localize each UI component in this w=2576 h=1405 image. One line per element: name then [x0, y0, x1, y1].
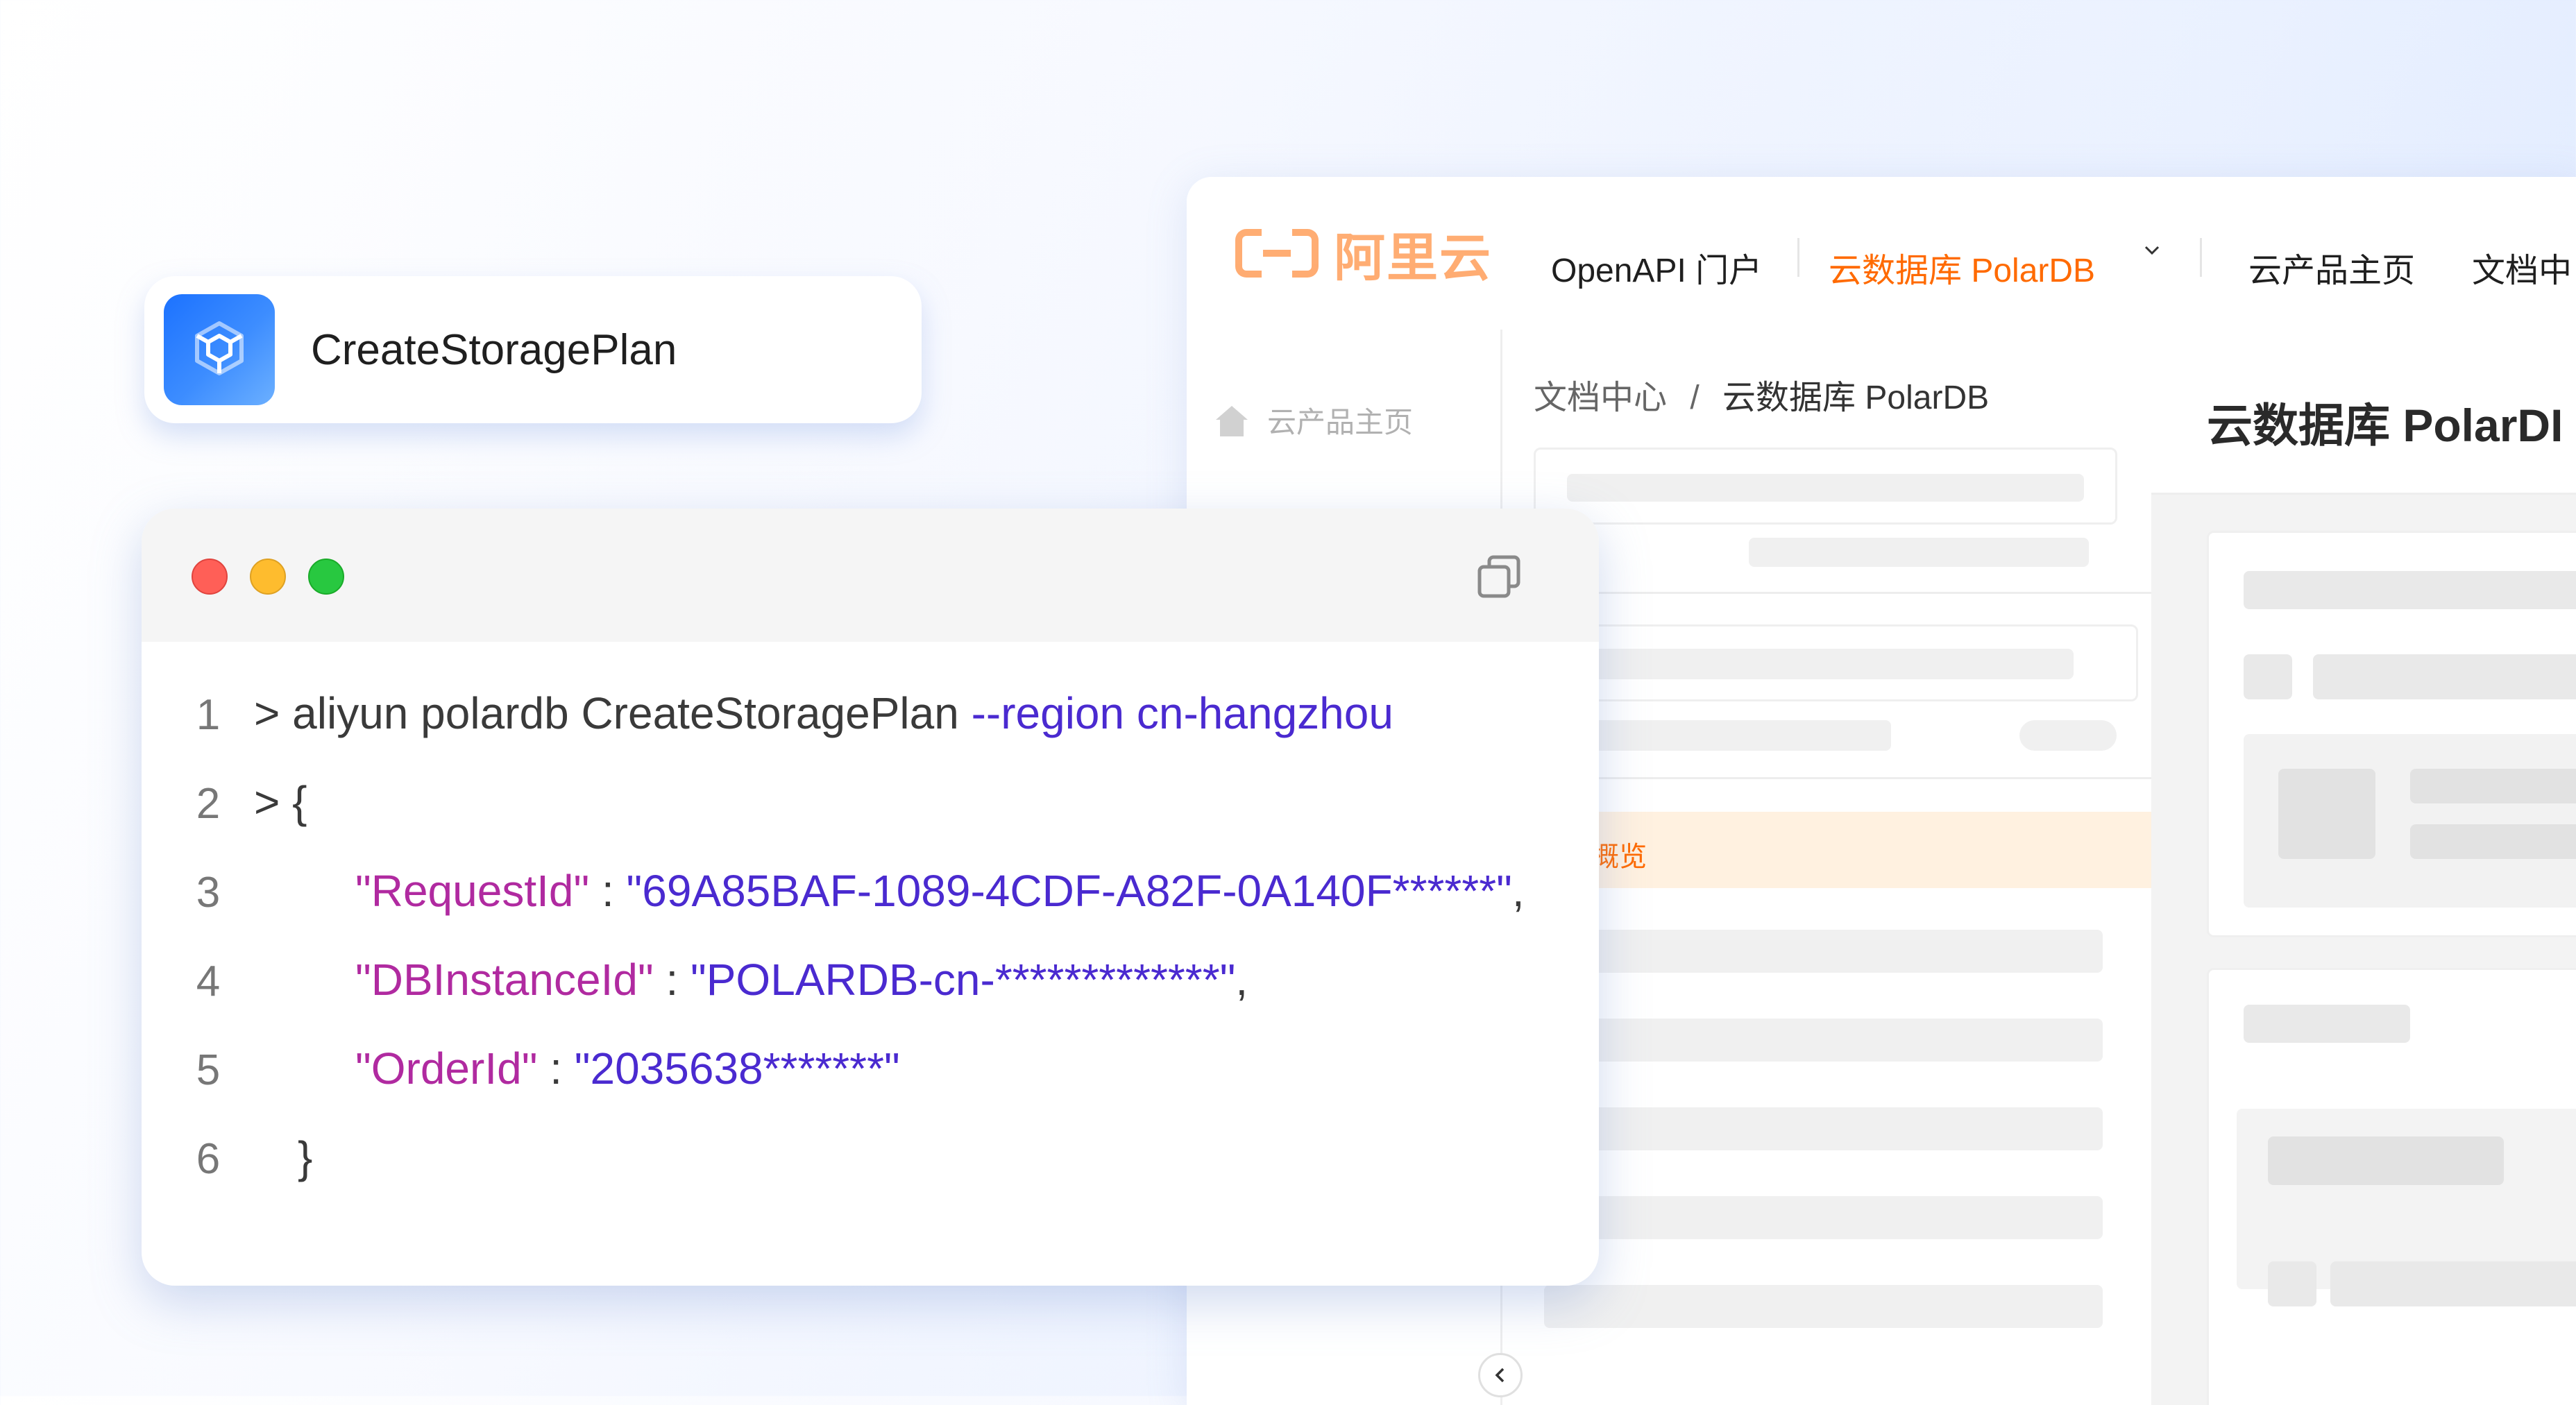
polardb-hex-icon [195, 321, 244, 375]
json-close-brace: } [298, 1132, 313, 1182]
window-maximize-dot[interactable] [308, 559, 344, 595]
line-number: 1 [196, 691, 221, 739]
nav-product-home[interactable]: 云产品主页 [2248, 243, 2415, 291]
json-value: "POLARDB-cn-*************" [690, 955, 1236, 1005]
breadcrumb-separator: / [1690, 380, 1700, 416]
code-line-2[interactable]: > { [254, 776, 307, 828]
chevron-down-icon[interactable] [2143, 241, 2161, 259]
divider [1502, 777, 2151, 779]
copy-icon[interactable] [1474, 552, 1524, 602]
skeleton-line [1749, 538, 2089, 567]
nav-divider [1797, 238, 1799, 277]
skeleton-toc-item [1544, 1019, 2103, 1062]
cli-command: aliyun polardb CreateStoragePlan [292, 688, 959, 738]
line-number: 3 [196, 869, 221, 917]
content-header: 云数据库 PolarDI [2151, 330, 2576, 495]
chevron-left-icon [1495, 1368, 1505, 1383]
json-comma: , [1235, 955, 1248, 1005]
window-minimize-dot[interactable] [250, 559, 286, 595]
code-line-5[interactable]: "OrderId" : "2035638*******" [355, 1043, 900, 1094]
line-number: 5 [196, 1046, 221, 1094]
skeleton-toc-item [1544, 930, 2103, 973]
nav-product-polardb[interactable]: 云数据库 PolarDB [1829, 243, 2095, 291]
api-name: CreateStoragePlan [311, 325, 677, 374]
home-icon [1216, 405, 1248, 436]
code-line-6[interactable]: } [298, 1132, 312, 1183]
line-number: 2 [196, 780, 221, 828]
breadcrumb-current: 云数据库 PolarDB [1722, 380, 1990, 416]
window-close-dot[interactable] [192, 559, 228, 595]
json-key: "RequestId" [355, 866, 590, 916]
json-separator: : [537, 1044, 575, 1093]
code-line-4[interactable]: "DBInstanceId" : "POLARDB-cn-***********… [355, 954, 1248, 1005]
json-key: "DBInstanceId" [355, 955, 654, 1005]
cli-terminal-card: 1 > aliyun polardb CreateStoragePlan --r… [142, 509, 1599, 1286]
json-value: "69A85BAF-1089-4CDF-A82F-0A140F******" [626, 866, 1512, 916]
api-name-chip: CreateStoragePlan [144, 276, 922, 423]
terminal-title-bar [142, 509, 1599, 642]
skeleton-toc-item [1544, 1196, 2103, 1239]
sidebar-home-label: 云产品主页 [1267, 406, 1414, 438]
sidebar-collapse-button[interactable] [1478, 1353, 1523, 1397]
breadcrumb-root[interactable]: 文档中心 [1534, 380, 1667, 416]
skeleton-toc-item [1544, 1107, 2103, 1150]
toc-item-openapi-overview[interactable]: enAPI 概览 [1502, 812, 2151, 888]
line-number: 4 [196, 957, 221, 1005]
json-separator: : [589, 866, 627, 916]
json-key: "OrderId" [355, 1044, 538, 1093]
code-line-1[interactable]: > aliyun polardb CreateStoragePlan --reg… [254, 688, 1393, 739]
nav-docs-center[interactable]: 文档中 [2472, 243, 2572, 291]
json-open-brace: { [292, 777, 307, 827]
polardb-product-icon [164, 294, 275, 405]
doc-content-area: 云数据库 PolarDI [2151, 330, 2576, 1405]
cli-option: --region cn-hangzhou [971, 688, 1393, 738]
search-box-placeholder[interactable] [1534, 448, 2117, 525]
json-separator: : [653, 955, 690, 1005]
portal-header: 阿里云 OpenAPI 门户 云数据库 PolarDB 云产品主页 文档中 [1187, 177, 2576, 332]
line-number: 6 [196, 1135, 221, 1183]
doc-toc-panel: 文档中心 / 云数据库 PolarDB enAPI 概览 [1489, 330, 2153, 1405]
json-comma: , [1511, 866, 1525, 916]
content-card [2207, 968, 2576, 1405]
prompt-symbol: > [254, 777, 280, 827]
divider [1502, 592, 2151, 594]
skeleton-toc-item [1544, 1285, 2103, 1328]
json-value: "2035638*******" [574, 1044, 900, 1093]
aliyun-logo-icon [1235, 229, 1319, 278]
aliyun-logo[interactable]: 阿里云 [1235, 219, 1492, 288]
content-card [2207, 531, 2576, 937]
nav-openapi-portal[interactable]: OpenAPI 门户 [1551, 243, 1762, 291]
sidebar-item-home[interactable]: 云产品主页 [1212, 399, 1413, 441]
nav-divider [2200, 238, 2202, 277]
breadcrumb: 文档中心 / 云数据库 PolarDB [1534, 370, 1989, 418]
skeleton-pill [2019, 720, 2117, 751]
page-title: 云数据库 PolarDI [2207, 400, 2564, 451]
aliyun-logo-text: 阿里云 [1334, 228, 1492, 287]
code-line-3[interactable]: "RequestId" : "69A85BAF-1089-4CDF-A82F-0… [355, 865, 1525, 917]
prompt-symbol: > [254, 688, 280, 738]
